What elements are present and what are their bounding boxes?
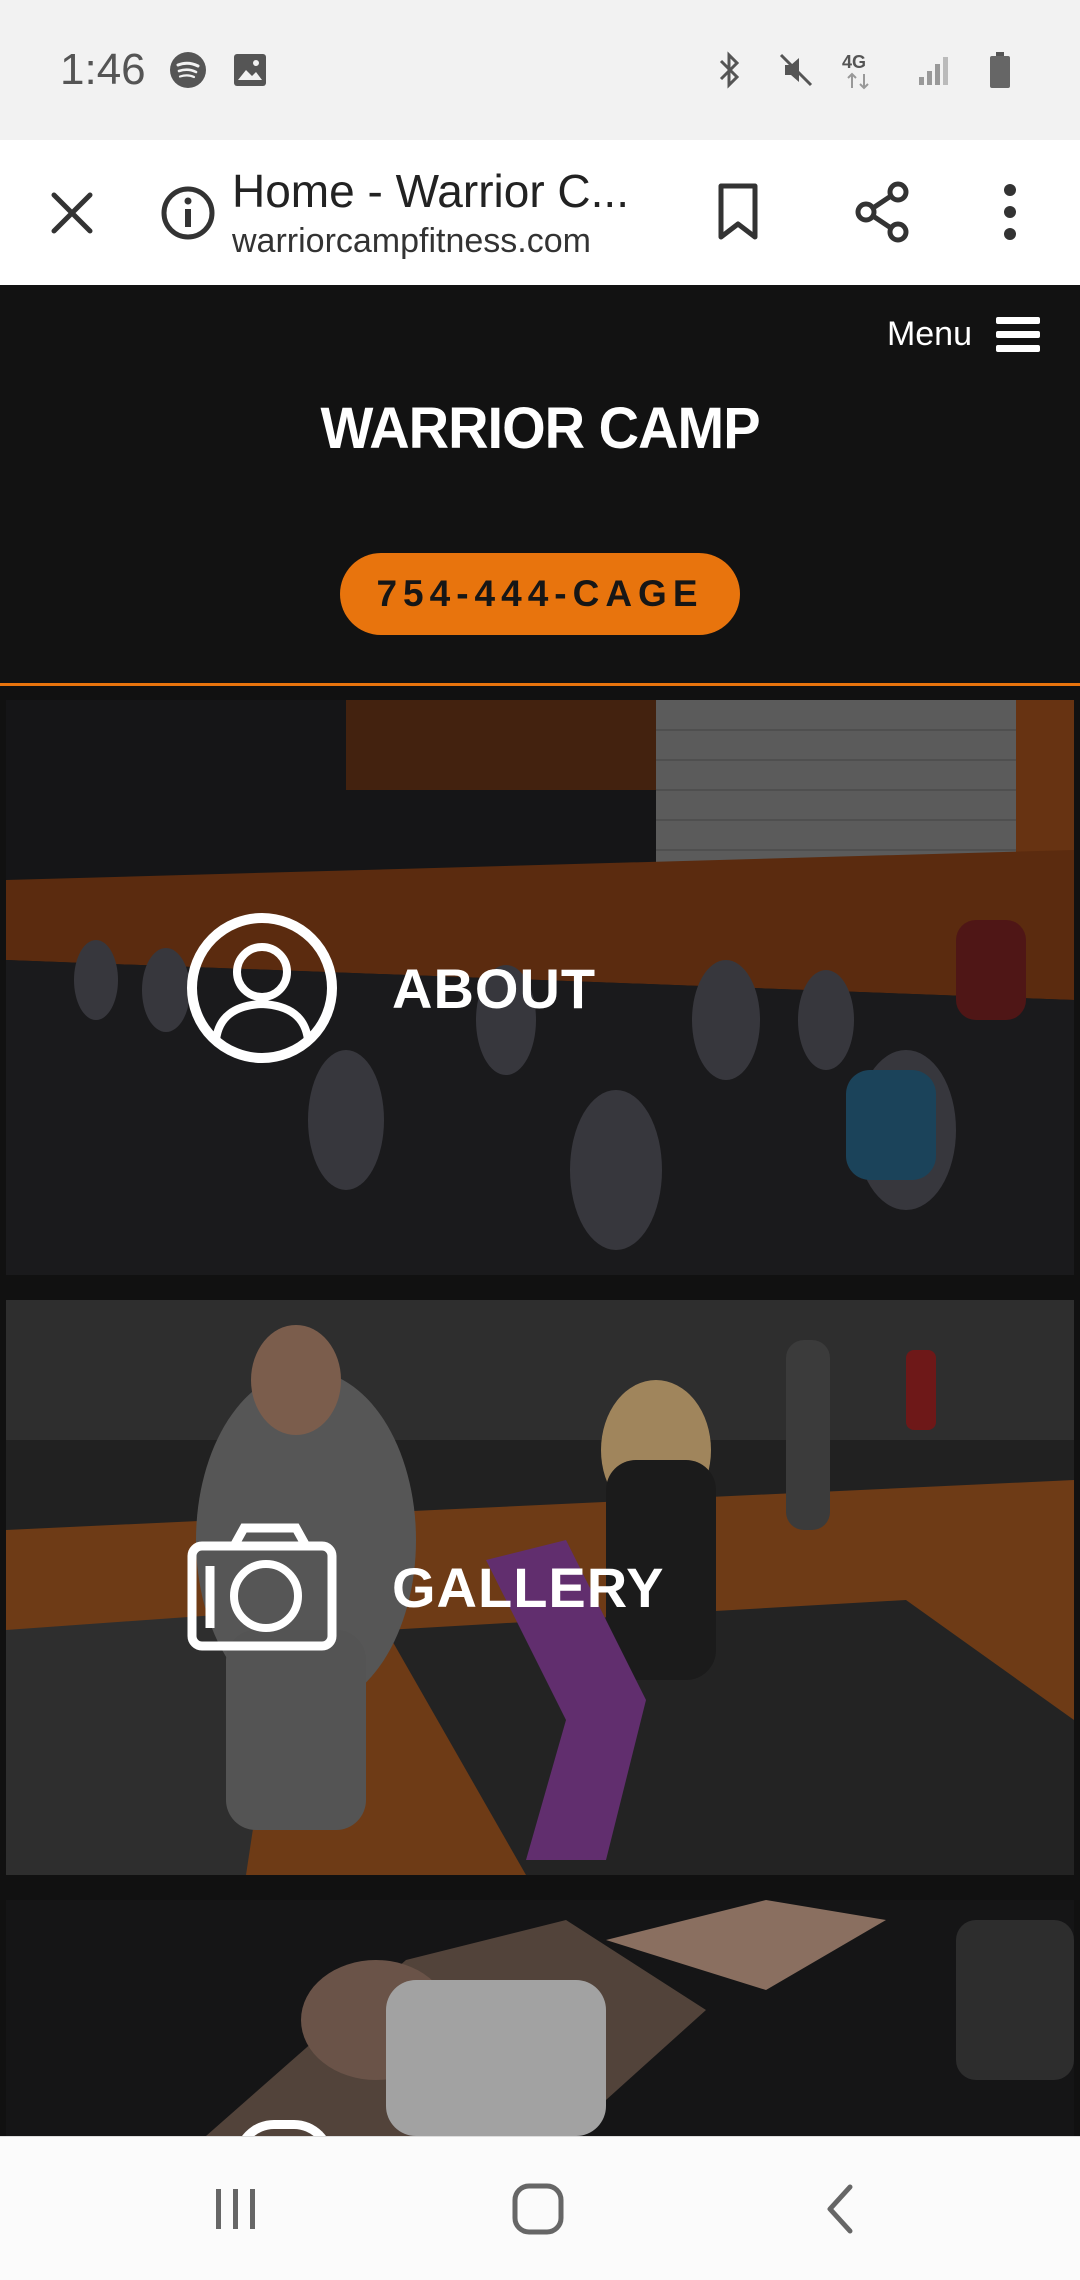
about-label: ABOUT [392,956,597,1020]
recent-apps-button[interactable] [196,2169,276,2249]
gallery-tile[interactable]: GALLERY [6,1300,1074,1875]
close-icon [51,192,93,233]
info-icon [161,186,215,239]
signal-icon [914,50,954,90]
address-block[interactable]: Home - Warrior C... warriorcampfitness.c… [232,163,672,263]
image-icon [230,50,270,90]
status-time: 1:46 [60,45,146,94]
site-info-button[interactable] [158,183,218,243]
site-logo[interactable]: WARRIOR CAMP [0,393,1080,461]
header-divider [0,683,1080,686]
close-tab-button[interactable] [36,177,108,249]
share-icon [855,181,909,243]
home-icon [512,2183,564,2235]
svg-text:4G: 4G [842,52,866,72]
battery-icon [980,50,1020,90]
hamburger-icon [996,316,1040,352]
back-button[interactable] [800,2169,880,2249]
bookmark-button[interactable] [698,172,778,252]
home-button[interactable] [498,2169,578,2249]
bluetooth-icon [710,50,750,90]
recent-apps-icon [216,2189,255,2229]
browser-toolbar: Home - Warrior C... warriorcampfitness.c… [0,140,1080,285]
page-url: warriorcampfitness.com [232,221,591,260]
more-options-button[interactable] [970,172,1050,252]
third-tile[interactable] [6,1900,1074,2136]
camera-icon [187,1523,337,1651]
bookmark-icon [718,183,758,240]
menu-button[interactable]: Menu [887,315,1040,354]
status-bar: 1:46 4G [0,0,1080,140]
4g-lte-icon: 4G [842,50,888,90]
menu-label: Menu [886,315,972,353]
phone-call-button[interactable]: 754-444-CAGE [340,553,740,635]
about-tile[interactable]: ABOUT [6,700,1074,1275]
user-profile-icon [187,913,337,1063]
site-header: Menu WARRIOR CAMP 754-444-CAGE [0,285,1080,686]
spotify-icon [168,50,208,90]
mute-icon [776,50,816,90]
system-nav-bar [0,2136,1080,2280]
share-button[interactable] [842,172,922,252]
more-vertical-icon [1004,184,1016,240]
back-icon [827,2184,853,2234]
page-title: Home - Warrior C... [232,164,629,217]
third-background-image [6,1900,1074,2136]
gallery-label: GALLERY [392,1555,665,1619]
